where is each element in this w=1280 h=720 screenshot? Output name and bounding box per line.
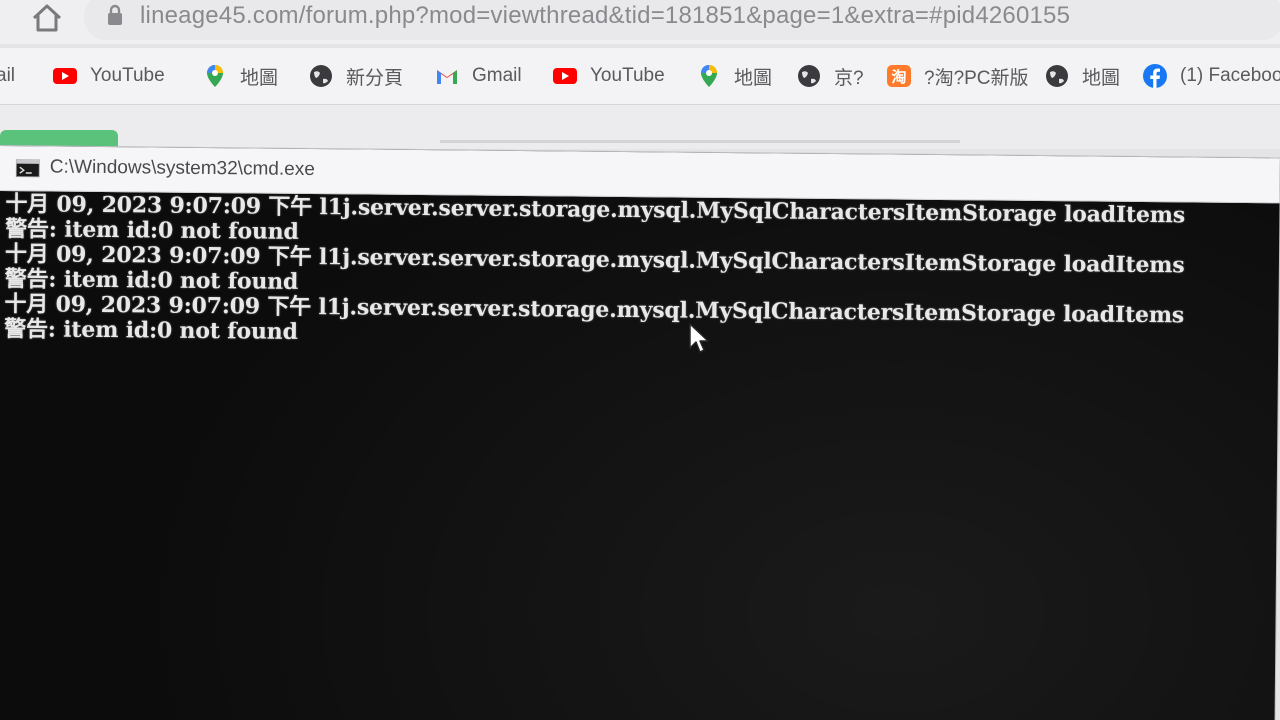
bookmark-label: 地圖 [1082, 67, 1121, 89]
bookmark-label: 地圖 [240, 67, 279, 89]
bookmark-label: Gmail [472, 65, 522, 86]
maps-pin-icon [701, 65, 717, 87]
bookmark-maps-2[interactable]: 地圖 [696, 62, 772, 90]
bookmark-youtube-2[interactable]: YouTube [552, 62, 665, 90]
bookmarks-bar: ail YouTube 地圖 新分頁 Gmail YouTube 地圖 京? 淘… [0, 48, 1280, 105]
youtube-icon [53, 68, 77, 84]
bookmark-label: (1) Facebook [1180, 65, 1280, 86]
globe-icon [798, 65, 820, 87]
screen: lineage45.com/forum.php?mod=viewthread&t… [0, 0, 1280, 720]
bookmark-taobao[interactable]: 淘 ?淘?PC新版 [886, 62, 1029, 90]
bookmark-label: ?淘?PC新版 [924, 67, 1029, 89]
maps-pin-icon [207, 65, 223, 87]
lock-icon[interactable] [106, 4, 124, 26]
bookmark-gmail[interactable]: Gmail [434, 62, 522, 90]
mouse-cursor-icon [689, 323, 709, 353]
bookmark-youtube[interactable]: YouTube [52, 62, 165, 90]
globe-icon [310, 65, 332, 87]
svg-text:淘: 淘 [890, 68, 906, 86]
taobao-icon: 淘 [887, 65, 911, 87]
bookmark-jd[interactable]: 京? [796, 62, 864, 90]
url-text[interactable]: lineage45.com/forum.php?mod=viewthread&t… [140, 2, 1070, 30]
bookmark-label: YouTube [590, 65, 665, 86]
bookmark-label: YouTube [90, 65, 165, 86]
home-icon[interactable] [30, 2, 64, 34]
browser-toolbar: lineage45.com/forum.php?mod=viewthread&t… [0, 0, 1280, 44]
cmd-app-icon [15, 159, 40, 178]
bookmark-label: 新分頁 [346, 67, 404, 89]
facebook-icon [1143, 64, 1167, 88]
cmd-window-title: C:\Windows\system32\cmd.exe [49, 156, 315, 181]
bookmark-mail-partial[interactable]: ail [0, 62, 15, 90]
console-output[interactable]: 十月 09, 2023 9:07:09 下午 l1j.server.server… [1, 191, 1266, 720]
bookmark-facebook[interactable]: (1) Facebook [1142, 62, 1280, 90]
bookmark-maps[interactable]: 地圖 [202, 62, 278, 90]
bookmark-label: 京? [834, 67, 864, 89]
page-divider [440, 140, 960, 143]
bookmark-new-tab[interactable]: 新分頁 [308, 62, 403, 90]
globe-icon [1046, 65, 1068, 87]
gmail-icon [437, 70, 457, 84]
youtube-icon [553, 68, 577, 84]
cmd-window[interactable]: C:\Windows\system32\cmd.exe 十月 09, 2023 … [0, 146, 1280, 720]
bookmark-label: 地圖 [734, 67, 773, 89]
bookmark-label: ail [0, 65, 16, 86]
bookmark-maps-3[interactable]: 地圖 [1044, 62, 1120, 90]
